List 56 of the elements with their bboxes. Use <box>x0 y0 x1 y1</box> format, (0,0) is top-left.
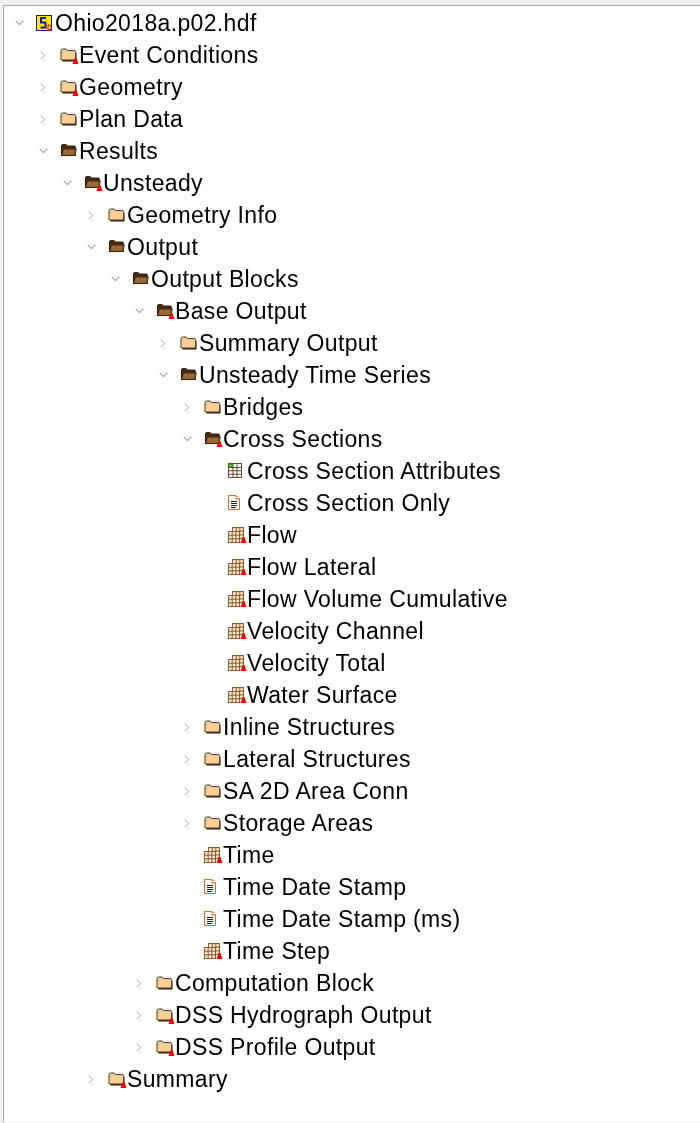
tree-node-label[interactable]: Event Conditions <box>79 41 259 69</box>
chevron-right-icon[interactable] <box>160 338 166 348</box>
tree-node-label[interactable]: Ohio2018a.p02.hdf <box>55 9 257 37</box>
tree-node-label[interactable]: Velocity Channel <box>247 617 424 645</box>
tree-node-label[interactable]: Output Blocks <box>151 265 299 293</box>
tree-node-label[interactable]: Summary <box>127 1065 228 1093</box>
chevron-right-icon[interactable] <box>184 402 190 412</box>
tree-node-label[interactable]: Plan Data <box>79 105 184 133</box>
tree-node-label[interactable]: DSS Hydrograph Output <box>175 1001 432 1029</box>
tree-node-label[interactable]: Flow Volume Cumulative <box>247 585 508 613</box>
tree-node-label[interactable]: Output <box>127 233 199 261</box>
chevron-down-icon[interactable] <box>62 180 72 186</box>
tree-node-label[interactable]: Flow <box>247 521 297 549</box>
chevron-down-icon[interactable] <box>86 244 96 250</box>
chevron-right-icon[interactable] <box>136 1042 142 1052</box>
chevron-right-icon[interactable] <box>184 786 190 796</box>
tree-node-label[interactable]: Time <box>223 841 275 869</box>
tree-node-label[interactable]: Unsteady <box>103 169 203 197</box>
tree-node-label[interactable]: Lateral Structures <box>223 745 411 773</box>
tree-node-label[interactable]: Cross Section Attributes <box>247 457 501 485</box>
chevron-down-icon[interactable] <box>110 276 120 282</box>
chevron-right-icon[interactable] <box>40 50 46 60</box>
tree-node-label[interactable]: SA 2D Area Conn <box>223 777 409 805</box>
tree-node-label[interactable]: Computation Block <box>175 969 374 997</box>
chevron-down-icon[interactable] <box>38 148 48 154</box>
tree-node-label[interactable]: Water Surface <box>247 681 398 709</box>
chevron-right-icon[interactable] <box>184 818 190 828</box>
chevron-down-icon[interactable] <box>134 308 144 314</box>
chevron-right-icon[interactable] <box>40 82 46 92</box>
tree-node-label[interactable]: Results <box>79 137 159 165</box>
chevron-right-icon[interactable] <box>136 1010 142 1020</box>
chevron-right-icon[interactable] <box>40 114 46 124</box>
tree-node-label[interactable]: Velocity Total <box>247 649 386 677</box>
chevron-down-icon[interactable] <box>182 436 192 442</box>
tree-node-label[interactable]: Geometry Info <box>127 201 278 229</box>
chevron-right-icon[interactable] <box>88 1074 94 1084</box>
tree-node-label[interactable]: DSS Profile Output <box>175 1033 376 1061</box>
tree-node-label[interactable]: Geometry <box>79 73 183 101</box>
tree-node-label[interactable]: Bridges <box>223 393 304 421</box>
tree-node-label[interactable]: Inline Structures <box>223 713 396 741</box>
chevron-right-icon[interactable] <box>136 978 142 988</box>
tree-node-label[interactable]: Unsteady Time Series <box>199 361 431 389</box>
chevron-down-icon[interactable] <box>158 372 168 378</box>
tree-node-label[interactable]: Summary Output <box>199 329 378 357</box>
chevron-right-icon[interactable] <box>184 722 190 732</box>
tree-node-label[interactable]: Time Date Stamp (ms) <box>223 905 461 933</box>
tree-node-label[interactable]: Time Step <box>223 937 331 965</box>
chevron-right-icon[interactable] <box>184 754 190 764</box>
tree-node-label[interactable]: Time Date Stamp <box>223 873 407 901</box>
tree-node-label[interactable]: Cross Sections <box>223 425 383 453</box>
tree-node-label[interactable]: Base Output <box>175 297 307 325</box>
chevron-right-icon[interactable] <box>88 210 94 220</box>
tree-node-label[interactable]: Storage Areas <box>223 809 374 837</box>
tree-node-label[interactable]: Flow Lateral <box>247 553 377 581</box>
chevron-down-icon[interactable] <box>14 20 24 26</box>
tree-node-label[interactable]: Cross Section Only <box>247 489 451 517</box>
